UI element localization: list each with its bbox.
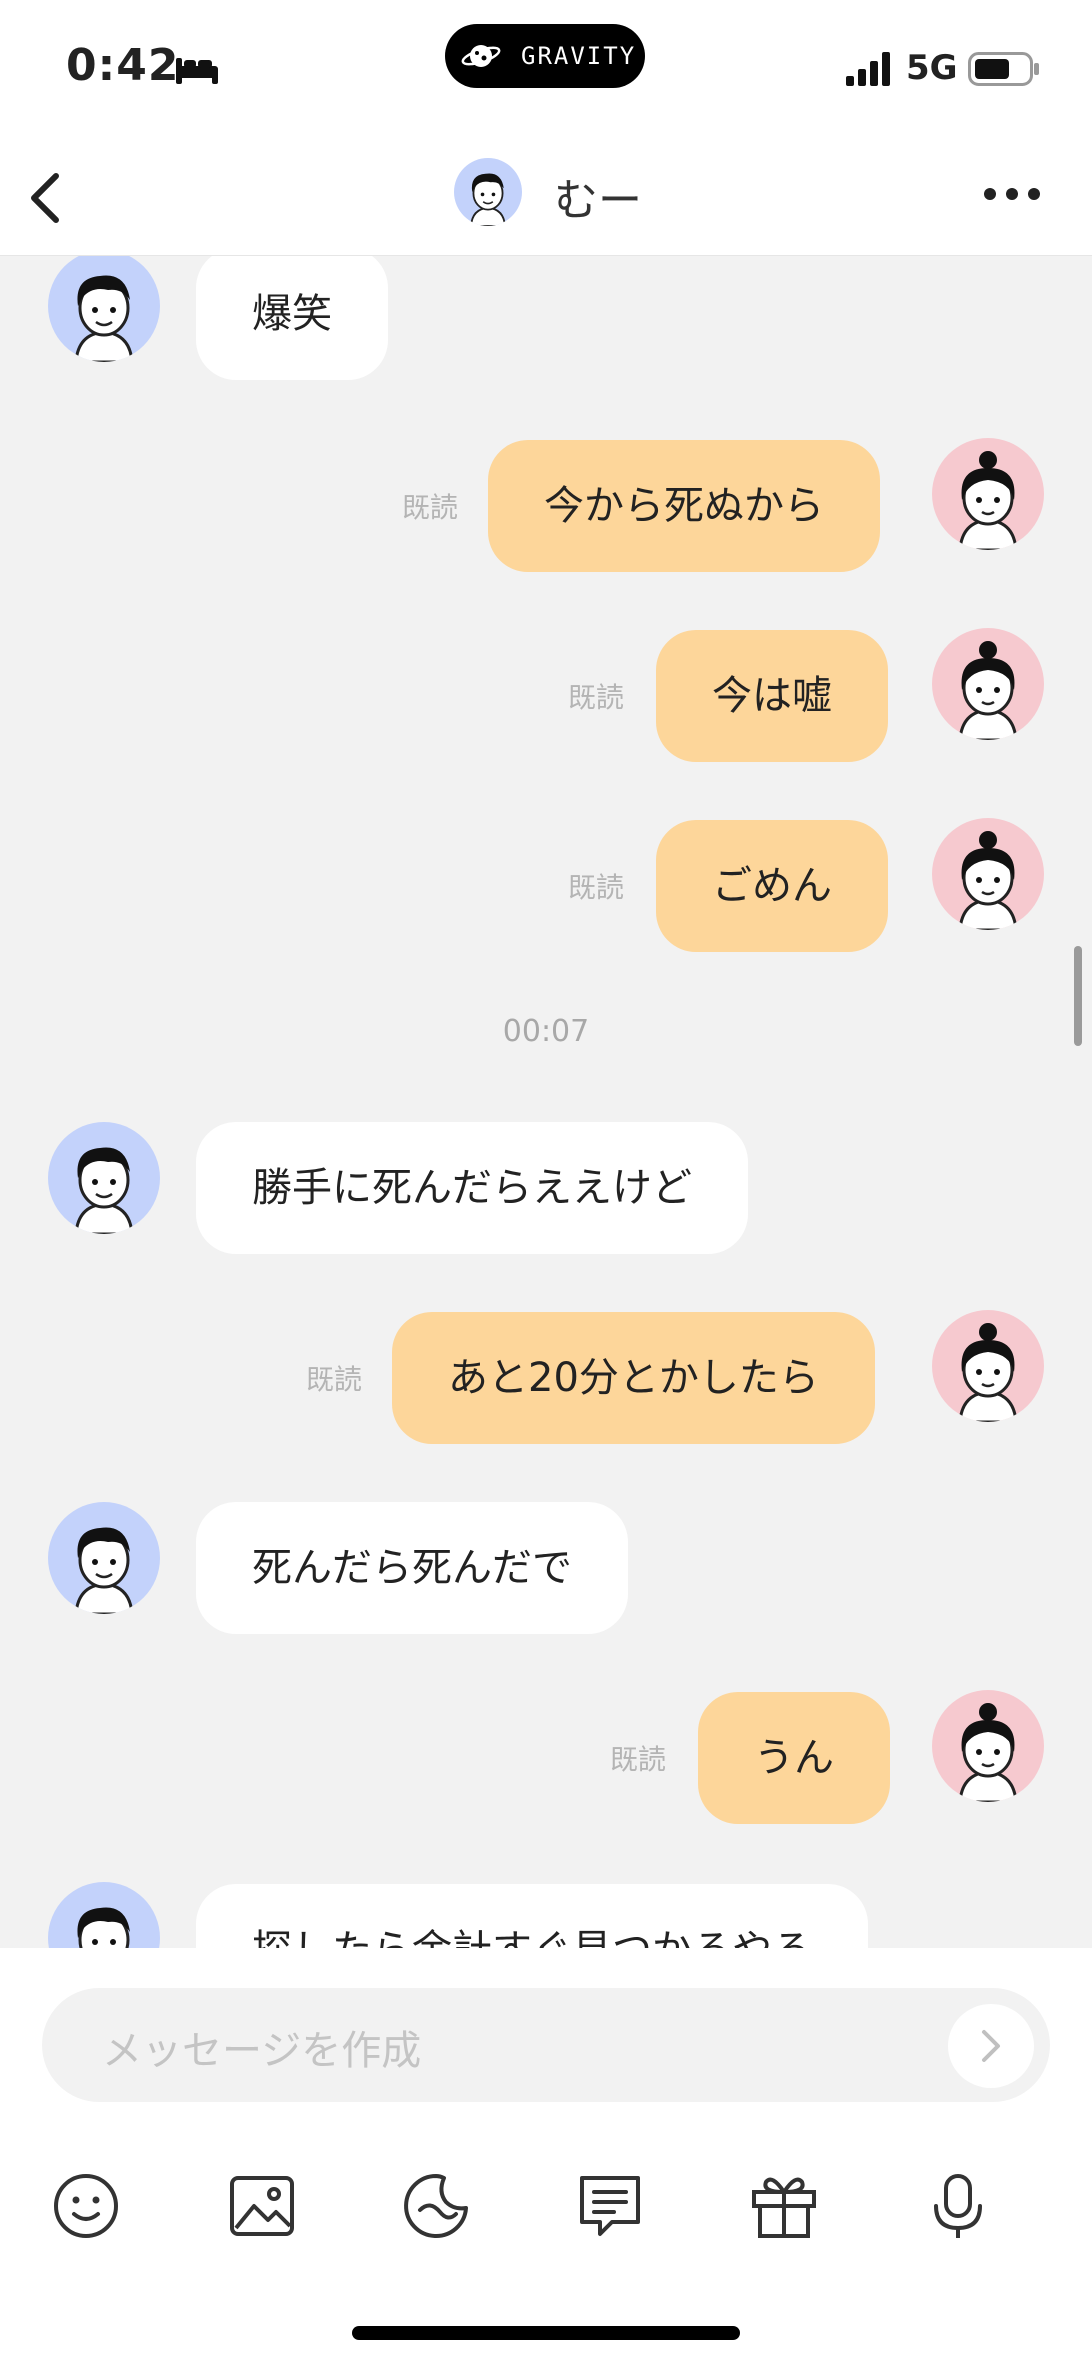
- contact-avatar[interactable]: [454, 158, 522, 226]
- read-receipt: 既読: [402, 491, 459, 524]
- message-bubble-outgoing[interactable]: あと20分とかしたら: [392, 1312, 875, 1444]
- my-avatar: [932, 628, 1044, 740]
- text-message-icon[interactable]: [574, 2170, 646, 2242]
- network-label: 5G: [906, 48, 958, 88]
- signal-icon: [846, 52, 890, 86]
- girl-avatar-icon: [958, 451, 1018, 550]
- contact-avatar[interactable]: [48, 1882, 160, 1948]
- message-bubble-outgoing[interactable]: 今は嘘: [656, 630, 888, 762]
- message-input[interactable]: メッセージを作成: [42, 1988, 1050, 2102]
- my-avatar: [932, 1690, 1044, 1802]
- boy-avatar-icon: [74, 1147, 134, 1234]
- chevron-right-icon: [982, 2030, 1000, 2062]
- girl-avatar-icon: [958, 641, 1018, 740]
- message-bubble-outgoing[interactable]: うん: [698, 1692, 890, 1824]
- emoji-icon[interactable]: [50, 2170, 122, 2242]
- message-bubble-incoming[interactable]: 勝手に死んだらええけど: [196, 1122, 748, 1254]
- composer: メッセージを作成: [0, 1948, 1092, 2364]
- sleep-focus-icon: [176, 58, 218, 84]
- my-avatar: [932, 818, 1044, 930]
- island-app-label: GRAVITY: [521, 42, 637, 70]
- planet-icon: [461, 45, 501, 67]
- my-avatar: [932, 1310, 1044, 1422]
- sticker-icon[interactable]: [400, 2170, 472, 2242]
- message-input-placeholder: メッセージを作成: [102, 2028, 422, 2074]
- contact-avatar[interactable]: [48, 1122, 160, 1234]
- contact-avatar[interactable]: [48, 256, 160, 362]
- girl-avatar-icon: [958, 1703, 1018, 1802]
- message-list[interactable]: 爆笑 既読 今から死ぬから 既読 今は嘘 既読 ごめん 00:07 勝手に死んだ…: [0, 256, 1092, 1948]
- my-avatar: [932, 438, 1044, 550]
- boy-avatar-icon: [74, 1527, 134, 1614]
- chat-header: むー: [0, 140, 1092, 256]
- message-bubble-incoming[interactable]: 爆笑: [196, 256, 388, 380]
- read-receipt: 既読: [306, 1363, 363, 1396]
- message-bubble-incoming[interactable]: 探したら余計すぐ見つかるやろ: [196, 1884, 868, 1948]
- contact-name: むー: [554, 175, 642, 226]
- read-receipt: 既読: [568, 681, 625, 714]
- time-separator: 00:07: [502, 1014, 590, 1049]
- boy-avatar-icon: [470, 173, 506, 226]
- message-bubble-incoming[interactable]: 死んだら死んだで: [196, 1502, 628, 1634]
- microphone-icon[interactable]: [922, 2170, 994, 2242]
- read-receipt: 既読: [568, 871, 625, 904]
- message-bubble-outgoing[interactable]: ごめん: [656, 820, 888, 952]
- boy-avatar-icon: [74, 275, 134, 362]
- read-receipt: 既読: [610, 1743, 667, 1776]
- back-button[interactable]: [18, 162, 78, 234]
- home-indicator[interactable]: [352, 2326, 740, 2340]
- message-bubble-outgoing[interactable]: 今から死ぬから: [488, 440, 880, 572]
- girl-avatar-icon: [958, 1323, 1018, 1422]
- dynamic-island: GRAVITY: [445, 24, 645, 88]
- more-options-button[interactable]: [980, 174, 1044, 214]
- girl-avatar-icon: [958, 831, 1018, 930]
- image-icon[interactable]: [226, 2170, 298, 2242]
- contact-avatar[interactable]: [48, 1502, 160, 1614]
- battery-icon: [968, 52, 1039, 86]
- boy-avatar-icon: [77, 1907, 130, 1948]
- scrollbar[interactable]: [1074, 946, 1082, 1046]
- status-bar: 0:42 GRAVITY 5G: [0, 0, 1092, 140]
- gift-icon[interactable]: [748, 2170, 820, 2242]
- send-button[interactable]: [948, 2004, 1034, 2088]
- status-time: 0:42: [66, 40, 180, 91]
